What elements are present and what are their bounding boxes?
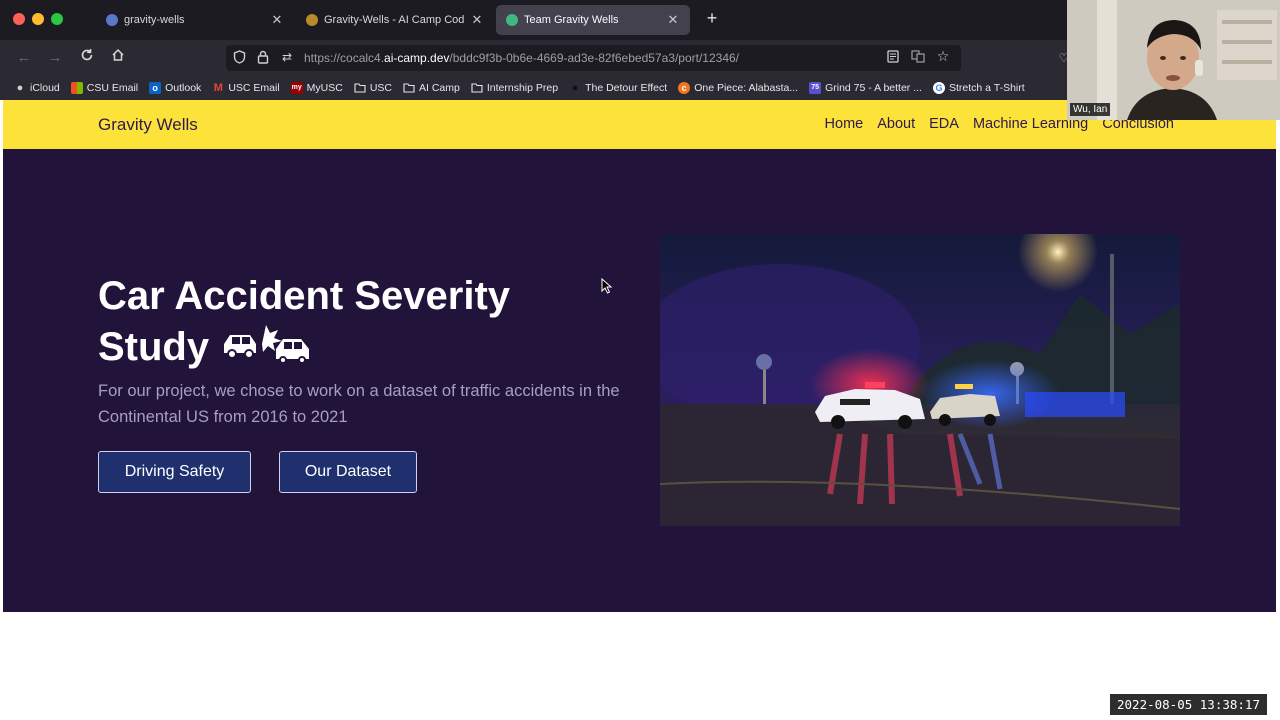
- grind75-icon: 75: [809, 82, 822, 94]
- minimize-window-button[interactable]: [32, 13, 44, 25]
- home-icon: [112, 48, 124, 61]
- bookmark-grind-75[interactable]: 75 Grind 75 - A better ...: [809, 82, 922, 94]
- back-button[interactable]: ←: [14, 48, 34, 68]
- detour-icon: ●: [571, 82, 579, 94]
- url-bar[interactable]: ⇄ https://cocalc4.ai-camp.dev/bddc9f3b-0…: [226, 45, 961, 71]
- bookmark-label: Outlook: [165, 82, 202, 94]
- github-icon: [106, 14, 118, 26]
- bookmark-label: One Piece: Alabasta...: [694, 82, 799, 94]
- nav-link-home[interactable]: Home: [825, 116, 864, 132]
- lock-icon[interactable]: [255, 50, 271, 67]
- close-tab-icon[interactable]: ✕: [666, 12, 680, 28]
- bookmark-label: Grind 75 - A better ...: [825, 82, 922, 94]
- close-window-button[interactable]: [13, 13, 25, 25]
- nav-link-eda[interactable]: EDA: [929, 116, 959, 132]
- tab-team-gravity-wells[interactable]: Team Gravity Wells ✕: [496, 5, 690, 35]
- google-icon: G: [932, 82, 945, 94]
- folder-icon: [471, 82, 483, 94]
- bookmark-star-icon[interactable]: ☆: [935, 48, 951, 65]
- close-tab-icon[interactable]: ✕: [470, 12, 484, 28]
- bookmark-label: MyUSC: [306, 82, 343, 94]
- tab-label: gravity-wells: [124, 14, 185, 26]
- site-icon: [506, 14, 518, 26]
- apple-icon: ●: [16, 82, 24, 94]
- site-brand[interactable]: Gravity Wells: [98, 115, 198, 135]
- tab-gravity-wells[interactable]: gravity-wells ✕: [96, 5, 294, 35]
- bookmark-label: CSU Email: [86, 82, 139, 94]
- reload-button[interactable]: [77, 48, 97, 68]
- folder-icon: [354, 82, 366, 94]
- participant-name: Wu, Ian: [1070, 103, 1111, 116]
- bookmark-usc-email[interactable]: M USC Email: [212, 82, 280, 94]
- reader-view-icon[interactable]: [885, 50, 901, 66]
- outlook-icon: o: [149, 82, 162, 94]
- folder-icon: [403, 82, 415, 94]
- bookmark-one-piece[interactable]: c One Piece: Alabasta...: [678, 82, 798, 94]
- bookmark-label: AI Camp: [419, 82, 460, 94]
- tab-label: Team Gravity Wells: [524, 14, 619, 26]
- hero-title: Car Accident Severity Study: [98, 271, 598, 376]
- shield-icon[interactable]: [231, 50, 247, 67]
- hero-section: Car Accident Severity Study For our proj…: [3, 149, 1276, 612]
- bookmark-csu-email[interactable]: CSU Email: [70, 82, 139, 94]
- reload-icon: [81, 49, 93, 61]
- myusc-icon: my: [290, 82, 303, 94]
- url-text: https://cocalc4.ai-camp.dev/bddc9f3b-0b6…: [304, 51, 739, 65]
- close-tab-icon[interactable]: ✕: [270, 12, 284, 28]
- recording-timestamp: 2022-08-05 13:38:17: [1110, 694, 1267, 715]
- bookmark-label: Stretch a T-Shirt: [948, 82, 1025, 94]
- gmail-icon: M: [213, 82, 223, 94]
- browser-window: gravity-wells ✕ Gravity-Wells - AI Camp …: [0, 0, 1280, 720]
- aicamp-icon: [306, 14, 318, 26]
- microsoft-icon: [70, 82, 83, 94]
- home-button[interactable]: [108, 48, 128, 68]
- bookmark-detour-effect[interactable]: ● The Detour Effect: [569, 82, 667, 94]
- bookmark-outlook[interactable]: o Outlook: [149, 82, 201, 94]
- zoom-window-button[interactable]: [51, 13, 63, 25]
- bookmark-label: Internship Prep: [486, 82, 559, 94]
- person-video-image: [1067, 0, 1280, 120]
- tab-ai-camp-coding[interactable]: Gravity-Wells - AI Camp Coding ✕: [296, 5, 494, 35]
- bookmark-stretch-t-shirt[interactable]: G Stretch a T-Shirt: [932, 82, 1025, 94]
- hero-description: For our project, we chose to work on a d…: [98, 382, 620, 426]
- webcam-video-feed: Wu, Ian: [1067, 0, 1280, 120]
- bookmark-icloud[interactable]: ● iCloud: [14, 82, 60, 94]
- nav-link-about[interactable]: About: [877, 116, 915, 132]
- bookmark-folder-usc[interactable]: USC: [354, 82, 392, 94]
- bookmark-folder-ai-camp[interactable]: AI Camp: [403, 82, 460, 94]
- permissions-icon[interactable]: ⇄: [279, 50, 295, 64]
- bookmark-label: USC Email: [228, 82, 280, 94]
- bookmark-label: USC: [369, 82, 392, 94]
- car-collision-icon: [220, 323, 314, 376]
- mouse-cursor-icon: [601, 278, 613, 294]
- bookmark-label: iCloud: [30, 82, 60, 94]
- new-tab-button[interactable]: +: [702, 8, 722, 29]
- crunchyroll-icon: c: [678, 82, 691, 94]
- police-scene-photo: [660, 234, 1180, 526]
- driving-safety-button[interactable]: Driving Safety: [98, 451, 251, 493]
- next-section: [3, 612, 1276, 720]
- bookmark-myusc[interactable]: my MyUSC: [290, 82, 343, 94]
- forward-button[interactable]: →: [45, 48, 65, 68]
- translate-icon[interactable]: [910, 50, 926, 66]
- bookmark-label: The Detour Effect: [585, 82, 668, 94]
- tab-label: Gravity-Wells - AI Camp Coding: [324, 14, 464, 26]
- bookmark-folder-internship-prep[interactable]: Internship Prep: [471, 82, 558, 94]
- our-dataset-button[interactable]: Our Dataset: [279, 451, 417, 493]
